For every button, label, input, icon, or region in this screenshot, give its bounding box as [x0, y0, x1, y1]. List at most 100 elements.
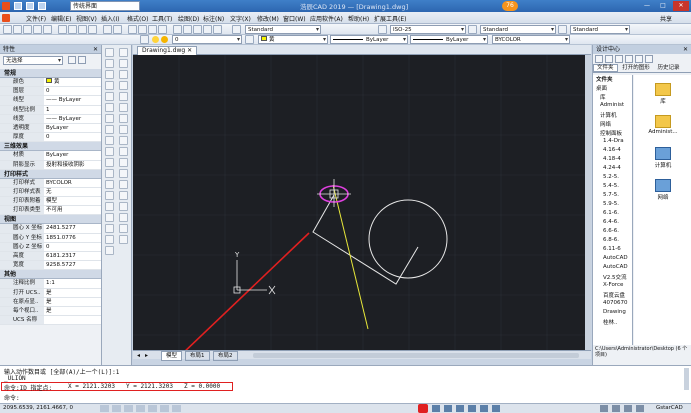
undo-icon[interactable]	[103, 25, 112, 34]
prop-row[interactable]: UCS 名称	[0, 316, 101, 326]
selection-select[interactable]: 无选择	[3, 56, 63, 65]
polyline-tool-icon[interactable]	[105, 70, 114, 79]
ortho-toggle[interactable]	[124, 405, 133, 412]
print-icon[interactable]	[33, 25, 42, 34]
tree-item[interactable]: 百度云盘	[603, 291, 625, 299]
doc-tab-drawing1[interactable]: Drawing1.dwg ✕	[137, 46, 198, 55]
copy-icon[interactable]	[68, 25, 77, 34]
prop-row[interactable]: 图层 0	[0, 87, 101, 97]
tray-icon[interactable]	[612, 405, 620, 412]
properties-icon[interactable]	[173, 25, 182, 34]
menu-view[interactable]: 视图(V)	[76, 14, 97, 23]
forward-icon[interactable]	[614, 55, 623, 63]
tray-icon[interactable]	[624, 405, 632, 412]
tab-layout2[interactable]: 布局2	[213, 351, 238, 361]
minimize-button[interactable]: —	[640, 2, 654, 10]
erase-tool-icon[interactable]	[119, 48, 128, 57]
break-tool-icon[interactable]	[119, 169, 128, 178]
load-icon[interactable]	[595, 55, 603, 63]
ime-voice-icon[interactable]	[456, 405, 464, 412]
osnap-toggle[interactable]	[148, 405, 157, 412]
prop-row[interactable]: 宽度 9258.5727	[0, 261, 101, 271]
text-style-select[interactable]: Standard	[245, 25, 321, 34]
ime-skin-icon[interactable]	[480, 405, 488, 412]
menu-app-icon[interactable]	[2, 14, 10, 22]
rotate-tool-icon[interactable]	[119, 114, 128, 123]
canvas-hscroll[interactable]	[253, 353, 579, 358]
tool-palette-icon[interactable]	[193, 25, 202, 34]
ellipse-tool-icon[interactable]	[105, 147, 114, 156]
lengthen-tool-icon[interactable]	[119, 224, 128, 233]
grid-toggle[interactable]	[112, 405, 121, 412]
prop-row[interactable]: 打印表附着 模型	[0, 197, 101, 207]
linetype-select[interactable]: ByLayer	[330, 35, 408, 44]
quick-access-undo-icon[interactable]	[26, 2, 34, 10]
color-select[interactable]: 黄	[258, 35, 328, 44]
chamfer-tool-icon[interactable]	[119, 191, 128, 200]
ellipse-arc-icon[interactable]	[105, 158, 114, 167]
section-view[interactable]: 视图	[0, 215, 101, 225]
select-objects-icon[interactable]	[77, 56, 86, 64]
rectangle-tool-icon[interactable]	[105, 92, 114, 101]
ime-logo-icon[interactable]	[418, 404, 428, 413]
line-tool-icon[interactable]	[105, 48, 114, 57]
arc-tool-icon[interactable]	[105, 103, 114, 112]
text-style-icon[interactable]	[232, 25, 241, 34]
match-properties-icon[interactable]	[88, 25, 97, 34]
ime-keyboard-icon[interactable]	[468, 405, 476, 412]
prop-row[interactable]: 高度 6181.2317	[0, 252, 101, 262]
tree-item[interactable]: 5.9-5.	[603, 201, 619, 207]
tray-icon[interactable]	[600, 405, 608, 412]
content-item-library[interactable]: 库	[642, 83, 684, 105]
trim-tool-icon[interactable]	[119, 147, 128, 156]
tab-model[interactable]: 模型	[161, 351, 183, 361]
tab-layout1[interactable]: 布局1	[185, 351, 210, 361]
tree-item[interactable]: 5.4-5.	[603, 183, 619, 189]
polygon-tool-icon[interactable]	[105, 81, 114, 90]
tree-item[interactable]: 控制面板	[600, 129, 622, 137]
menu-share[interactable]: 共享	[660, 14, 672, 23]
prop-row[interactable]: 在原点显.. 是	[0, 297, 101, 307]
ime-settings-icon[interactable]	[492, 405, 500, 412]
paste-icon[interactable]	[78, 25, 87, 34]
drawing-canvas[interactable]: Y	[133, 55, 591, 350]
menu-help[interactable]: 帮助(H)	[348, 14, 369, 23]
tree-item[interactable]: 6.11-6	[603, 246, 621, 252]
cut-icon[interactable]	[58, 25, 67, 34]
lineweight-toggle[interactable]	[172, 405, 181, 412]
update-badge[interactable]: 76	[502, 1, 518, 11]
quick-select-icon[interactable]	[67, 56, 76, 64]
prop-row[interactable]: 线型 —— ByLayer	[0, 96, 101, 106]
prop-row[interactable]: 线型比例 1	[0, 105, 101, 115]
canvas-vscroll[interactable]	[585, 55, 591, 350]
mirror-tool-icon[interactable]	[119, 70, 128, 79]
lineweight-select[interactable]: ByLayer	[410, 35, 488, 44]
views-icon[interactable]	[644, 55, 653, 63]
point-tool-icon[interactable]	[105, 191, 114, 200]
zoom-window-icon[interactable]	[148, 25, 157, 34]
tray-icon[interactable]	[636, 405, 644, 412]
save-icon[interactable]	[23, 25, 32, 34]
fillet-tool-icon[interactable]	[119, 202, 128, 211]
copy-tool-icon[interactable]	[119, 59, 128, 68]
ime-punct-icon[interactable]	[444, 405, 452, 412]
close-panel-icon[interactable]: ✕	[93, 45, 98, 54]
layer-on-icon[interactable]	[152, 36, 159, 43]
new-file-icon[interactable]	[3, 25, 12, 34]
menu-modify[interactable]: 修改(M)	[257, 14, 279, 23]
pan-icon[interactable]	[128, 25, 137, 34]
table-style-select[interactable]: Standard	[480, 25, 556, 34]
prop-row[interactable]: 阴影显示 投射和接收阴影	[0, 160, 101, 170]
prop-row[interactable]: 打印表类型 不可用	[0, 206, 101, 216]
prop-row[interactable]: 每个视口.. 是	[0, 306, 101, 317]
tree-item[interactable]: 计算机	[600, 111, 617, 119]
prop-row[interactable]: 材质 ByLayer	[0, 151, 101, 161]
extend-tool-icon[interactable]	[119, 158, 128, 167]
calculator-icon[interactable]	[203, 25, 212, 34]
table-style-icon[interactable]	[468, 25, 477, 34]
prop-row[interactable]: 透明度 ByLayer	[0, 123, 101, 134]
revcloud-tool-icon[interactable]	[105, 125, 114, 134]
offset-tool-icon[interactable]	[119, 81, 128, 90]
scale-tool-icon[interactable]	[119, 125, 128, 134]
section-plot-style[interactable]: 打印样式	[0, 169, 101, 179]
